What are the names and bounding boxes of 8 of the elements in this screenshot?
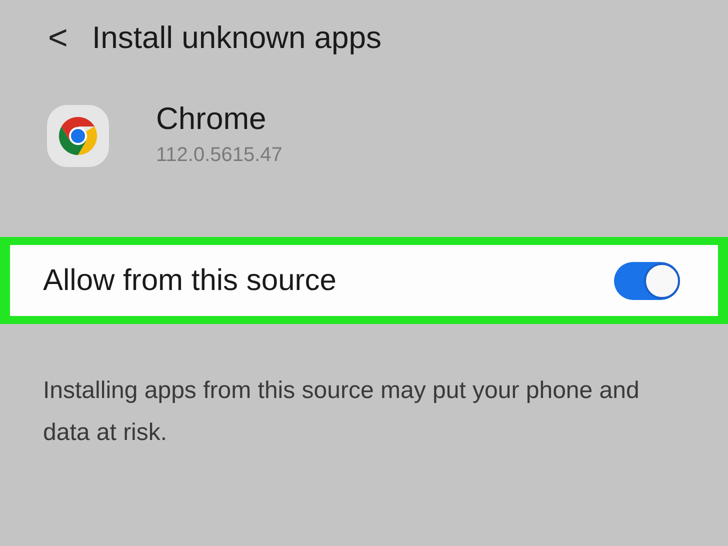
page-title: Install unknown apps xyxy=(92,18,382,57)
toggle-switch[interactable] xyxy=(614,262,680,300)
browser-app-icon xyxy=(46,104,110,168)
app-version: 112.0.5615.47 xyxy=(156,143,282,168)
setting-label: Allow from this source xyxy=(43,263,336,299)
back-button[interactable]: < xyxy=(42,21,72,55)
app-name: Chrome xyxy=(156,102,268,136)
warning-text: Installing apps from this source may put your phone and data at risk. xyxy=(42,376,640,448)
